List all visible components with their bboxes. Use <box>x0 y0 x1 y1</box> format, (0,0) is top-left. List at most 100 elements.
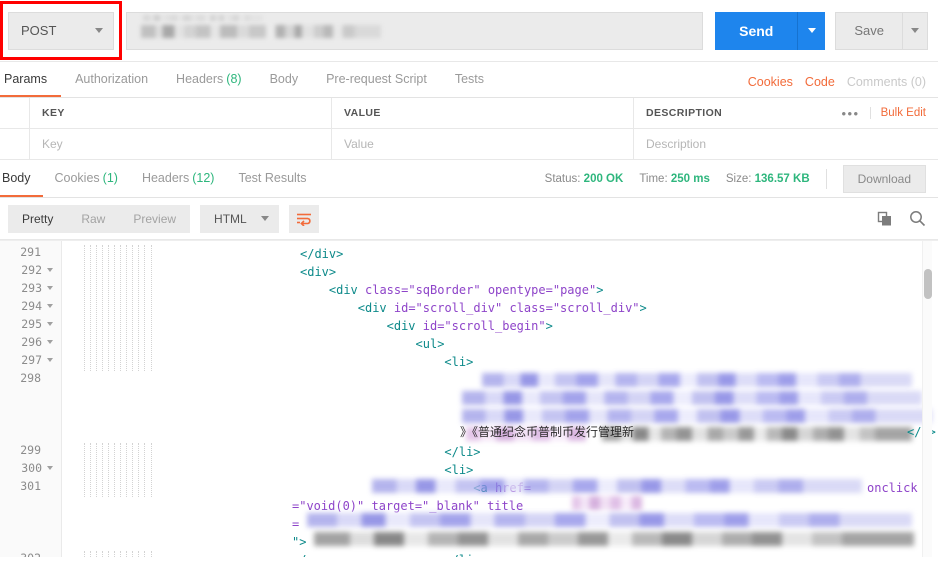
response-tab-headers[interactable]: Headers (12) <box>130 160 226 197</box>
http-method-select[interactable]: POST <box>8 11 114 50</box>
download-button[interactable]: Download <box>842 164 926 193</box>
request-bar: POST Send Save <box>0 0 938 62</box>
line-number: 299 <box>20 443 53 457</box>
link-cookies[interactable]: Cookies <box>748 75 793 89</box>
save-options-button[interactable] <box>902 11 928 50</box>
redacted-text <box>572 496 642 510</box>
redacted-text <box>314 532 914 546</box>
indent-guide <box>120 443 122 497</box>
tab-label: Headers <box>176 71 224 86</box>
ellipsis-icon[interactable]: ••• <box>841 106 859 121</box>
response-tab-label: Headers <box>141 170 190 185</box>
indent-guide <box>90 551 92 557</box>
response-tab-list: Body Cookies (1) Headers (12) Test Results <box>0 160 319 197</box>
indent-guide <box>120 551 122 557</box>
indent-guide <box>96 551 98 557</box>
format-select[interactable]: HTML <box>200 204 279 233</box>
tab-params[interactable]: Params <box>0 62 62 97</box>
fold-arrow-icon[interactable] <box>47 466 53 470</box>
redacted-text <box>307 513 912 527</box>
fold-arrow-icon[interactable] <box>47 304 53 308</box>
code-token-tag: <li> <box>444 463 474 477</box>
tab-authorization[interactable]: Authorization <box>61 62 162 97</box>
tab-tests[interactable]: Tests <box>441 62 498 97</box>
param-key-input[interactable]: Key <box>30 129 332 159</box>
line-number-value: 302 <box>20 551 41 557</box>
search-icon <box>910 211 926 227</box>
tab-headers[interactable]: Headers (8) <box>162 62 256 97</box>
bulk-edit-link[interactable]: Bulk Edit <box>869 107 926 119</box>
tab-label: Tests <box>454 71 484 86</box>
response-tab-body[interactable]: Body <box>0 160 43 197</box>
send-options-button[interactable] <box>797 11 826 50</box>
code-line: </li> <box>444 551 480 557</box>
line-number-value: 299 <box>20 443 41 457</box>
link-code[interactable]: Code <box>805 75 835 89</box>
indent-guide <box>138 551 140 557</box>
copy-icon <box>877 211 891 225</box>
code-token-tag: <div> <box>300 265 337 279</box>
indent-guide <box>126 443 128 497</box>
chevron-down-icon <box>807 28 816 33</box>
indent-guide <box>101 551 103 557</box>
url-redacted-hint <box>143 14 263 21</box>
line-number: 291 <box>20 245 53 259</box>
indent-guide <box>144 443 146 497</box>
indent-guide <box>101 443 103 497</box>
param-value-placeholder: Value <box>344 137 374 151</box>
code-token-tag: </div> <box>300 247 344 261</box>
save-button[interactable]: Save <box>835 11 902 50</box>
tab-body[interactable]: Body <box>256 62 313 97</box>
params-header-row: KEY VALUE DESCRIPTION ••• Bulk Edit <box>0 98 938 129</box>
code-token-attr: class="sqBorder" opentype="page" <box>365 283 597 297</box>
link-comments-0-[interactable]: Comments (0) <box>847 75 926 89</box>
indent-guide <box>108 245 110 371</box>
view-mode-pretty[interactable]: Pretty <box>8 205 67 233</box>
fold-arrow-icon[interactable] <box>47 358 53 362</box>
code-scrollbar-thumb[interactable] <box>924 269 932 299</box>
response-meta: Status: 200 OK Time: 250 ms Size: 136.57… <box>545 164 926 193</box>
copy-button[interactable] <box>877 211 893 227</box>
indent-guide <box>132 551 134 557</box>
indent-guide <box>96 245 98 371</box>
tab-label: Pre-request Script <box>326 71 427 86</box>
param-description-input[interactable]: Description <box>634 129 938 159</box>
tab-label: Authorization <box>75 71 149 86</box>
view-mode-preview[interactable]: Preview <box>119 205 190 233</box>
fold-arrow-icon[interactable] <box>47 340 53 344</box>
word-wrap-toggle[interactable] <box>288 204 319 233</box>
redacted-text <box>602 427 912 441</box>
indent-guide <box>150 551 152 557</box>
response-bar: Body Cookies (1) Headers (12) Test Results St… <box>0 160 938 198</box>
response-tab-test-results[interactable]: Test Results <box>226 160 318 197</box>
param-value-input[interactable]: Value <box>332 129 634 159</box>
view-mode-raw[interactable]: Raw <box>67 205 119 233</box>
params-row-checkbox-cell[interactable] <box>0 129 30 159</box>
code-token-attr: id="scroll_div" class="scroll_div" <box>393 301 640 315</box>
tab-label: Body <box>269 71 299 86</box>
fold-arrow-icon[interactable] <box>47 286 53 290</box>
code-token-tag: <div <box>357 301 394 315</box>
fold-arrow-icon[interactable] <box>47 268 53 272</box>
code-token-tag: <div <box>328 283 365 297</box>
line-number: 295 <box>21 317 53 331</box>
url-input[interactable] <box>126 11 704 50</box>
code-line: </a> <box>292 551 321 557</box>
indent-guide <box>83 443 85 497</box>
params-header-key: KEY <box>30 98 332 128</box>
line-number: 293 <box>21 281 53 295</box>
code-token-tag: <div <box>386 319 423 333</box>
response-code-viewer[interactable]: 2912922932942952962972982993003013023033… <box>0 240 938 557</box>
redacted-text <box>482 373 912 387</box>
code-scrollbar[interactable] <box>922 241 932 557</box>
indent-guide <box>150 443 152 497</box>
code-line: <li> <box>444 353 473 371</box>
response-tab-cookies[interactable]: Cookies (1) <box>43 160 130 197</box>
tab-pre-request-script[interactable]: Pre-request Script <box>312 62 441 97</box>
status-badge: Status: 200 OK <box>545 173 624 185</box>
url-redacted-value <box>141 24 381 38</box>
search-button[interactable] <box>909 210 926 227</box>
fold-arrow-icon[interactable] <box>47 322 53 326</box>
code-token-tag: <ul> <box>415 337 445 351</box>
send-button[interactable]: Send <box>715 11 798 50</box>
